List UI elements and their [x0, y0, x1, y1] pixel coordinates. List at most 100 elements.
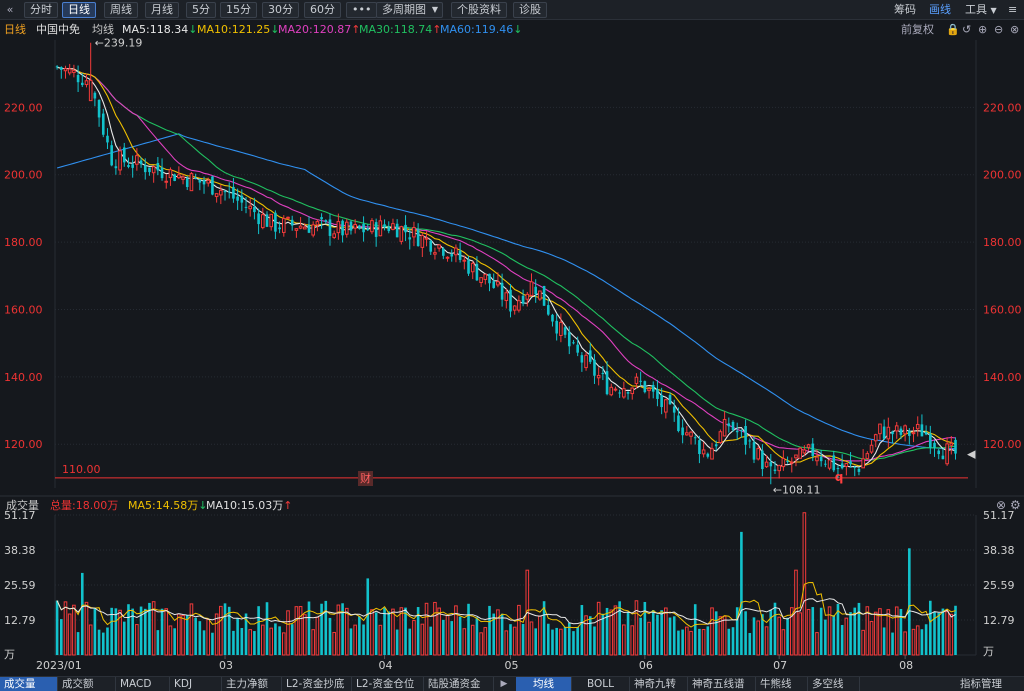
kline-chart[interactable]: 220.00 220.00 200.00 200.00 180.00 180.00 160.… — [0, 0, 1024, 676]
volume-title: 成交量 — [6, 499, 39, 512]
candle-body-up — [794, 454, 798, 459]
volume-bar-down — [731, 627, 735, 655]
volume-bar-up — [189, 603, 194, 656]
tab-main-net[interactable]: 主力净额 — [222, 677, 282, 691]
tab-macd[interactable]: MACD — [116, 677, 170, 691]
tab-hk-connect[interactable]: 陆股通资金 — [424, 677, 494, 691]
volume-bar-up — [177, 613, 181, 656]
candle-body-up — [517, 300, 521, 311]
volume-bar-down — [240, 628, 244, 655]
tab-scroll-right-icon[interactable]: ▶ — [496, 677, 512, 691]
candle-body-up — [512, 305, 517, 311]
volume-bar-up — [710, 607, 714, 656]
tab-long-short[interactable]: 多空线 — [808, 677, 860, 691]
tab-magic-five[interactable]: 神奇五线谱 — [688, 677, 756, 691]
tab-volume[interactable]: 成交量 — [0, 677, 58, 691]
volume-bar-up — [344, 607, 349, 656]
volume-bar-down — [521, 623, 525, 655]
volume-bar-down — [509, 624, 512, 655]
candle-body-up — [945, 443, 949, 465]
candle-body-up — [168, 169, 173, 179]
volume-bar-down — [534, 628, 537, 655]
tab-indicator-manage[interactable]: 指标管理 — [938, 677, 1024, 691]
volume-bar-up — [722, 615, 727, 656]
volume-bar-up — [798, 612, 802, 656]
volume-bar-up — [504, 630, 509, 656]
volume-tick-left: 12.79 — [4, 614, 36, 627]
candle-body-down — [668, 394, 672, 405]
candle-body-down — [240, 195, 244, 203]
tab-turnover[interactable]: 成交额 — [58, 677, 116, 691]
candle-body-down — [593, 359, 596, 376]
close-volume-icon[interactable]: ⊗ — [996, 497, 1006, 514]
tab-bull-bear[interactable]: 牛熊线 — [756, 677, 808, 691]
candle-body-up — [630, 387, 635, 395]
tab-magic-nine[interactable]: 神奇九转 — [630, 677, 688, 691]
volume-bar-down — [55, 600, 59, 655]
volume-bar-up — [412, 620, 416, 656]
candle-body-down — [408, 237, 412, 240]
volume-bar-down — [408, 628, 412, 655]
candle-body-up — [685, 432, 689, 436]
volume-total: 总量:18.00万 — [50, 499, 119, 512]
candle-body-up — [756, 448, 760, 460]
candle-body-up — [827, 459, 832, 469]
date-tick: 03 — [219, 659, 233, 672]
volume-bar-down — [253, 631, 256, 655]
volume-bar-up — [206, 618, 211, 656]
candle-body-up — [806, 444, 811, 448]
candle-body-up — [869, 444, 874, 453]
candle-body-up — [72, 69, 76, 73]
price-grid — [0, 38, 1024, 497]
candle-body-up — [353, 224, 357, 229]
volume-bar-up — [219, 605, 223, 656]
candle-body-up — [815, 456, 819, 462]
candle-body-up — [181, 176, 185, 180]
tab-ma[interactable]: 均线 — [516, 677, 572, 691]
candle-body-down — [941, 455, 945, 460]
candle-body-up — [424, 237, 429, 240]
volume-bar-down — [328, 617, 332, 655]
volume-bar-up — [622, 624, 626, 656]
candle-body-down — [546, 305, 550, 315]
candle-body-down — [358, 225, 361, 229]
volume-bar-up — [777, 616, 781, 656]
tab-boll[interactable]: BOLL — [572, 677, 630, 691]
candle-body-down — [114, 166, 118, 169]
candle-body-down — [811, 443, 815, 457]
candle-body-up — [664, 399, 668, 413]
candle-body-down — [404, 224, 407, 233]
volume-bar-down — [618, 601, 621, 655]
volume-bar-down — [395, 629, 399, 655]
volume-bar-down — [450, 621, 454, 655]
volume-bar-down — [257, 606, 260, 655]
volume-tick-left: 25.59 — [4, 579, 36, 592]
candle-body-down — [324, 220, 328, 222]
candle-body-up — [269, 213, 274, 228]
price-tick-right: 160.00 — [983, 303, 1022, 316]
volume-bar-up — [873, 611, 878, 656]
candle-body-down — [769, 462, 773, 467]
candle-body-down — [76, 74, 80, 83]
volume-bar-down — [362, 624, 365, 655]
volume-bar-down — [660, 610, 663, 655]
financial-report-marker[interactable]: 财 — [358, 471, 373, 486]
tab-kdj[interactable]: KDJ — [170, 677, 222, 691]
volume-bar-up — [664, 607, 668, 656]
volume-bar-down — [387, 611, 391, 655]
volume-bar-down — [908, 548, 911, 655]
volume-settings-icon[interactable]: ⚙ — [1010, 497, 1021, 514]
candle-body-up — [214, 193, 219, 198]
candle-body-up — [689, 431, 693, 437]
candle-body-down — [429, 240, 433, 252]
volume-bar-down — [937, 612, 941, 655]
volume-bar-down — [643, 601, 647, 655]
price-tick-right: 120.00 — [983, 438, 1022, 451]
tab-l2-position[interactable]: L2-资金仓位 — [352, 677, 424, 691]
volume-bar-down — [706, 626, 710, 655]
volume-bar-down — [143, 608, 147, 655]
event-marker-q[interactable]: q — [833, 470, 845, 485]
tab-l2-bottom[interactable]: L2-资金抄底 — [282, 677, 352, 691]
candle-body-up — [261, 214, 265, 229]
volume-bar-down — [274, 623, 277, 655]
